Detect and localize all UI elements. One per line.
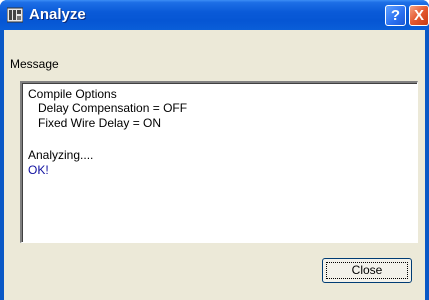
message-line: Compile Options (28, 87, 117, 101)
message-label: Message (10, 57, 59, 71)
message-line-ok: OK! (28, 163, 49, 177)
analyze-app-icon (7, 7, 23, 23)
close-button[interactable]: Close (322, 258, 412, 283)
window-title: Analyze (29, 6, 86, 23)
message-line: Fixed Wire Delay = ON (28, 116, 162, 130)
message-line: Delay Compensation = OFF (28, 101, 188, 115)
help-icon: ? (390, 7, 401, 24)
title-bar[interactable]: Analyze ? X (0, 0, 429, 30)
message-line: Analyzing.... (28, 148, 94, 162)
focus-rect (326, 262, 408, 279)
close-icon: X (413, 7, 424, 24)
message-output-box[interactable]: Compile Options Delay Compensation = OFF… (20, 81, 418, 243)
analyze-window: Analyze ? X Message Compile Options Dela… (0, 0, 429, 300)
title-close-button[interactable]: X (409, 5, 429, 26)
help-button[interactable]: ? (385, 5, 406, 26)
